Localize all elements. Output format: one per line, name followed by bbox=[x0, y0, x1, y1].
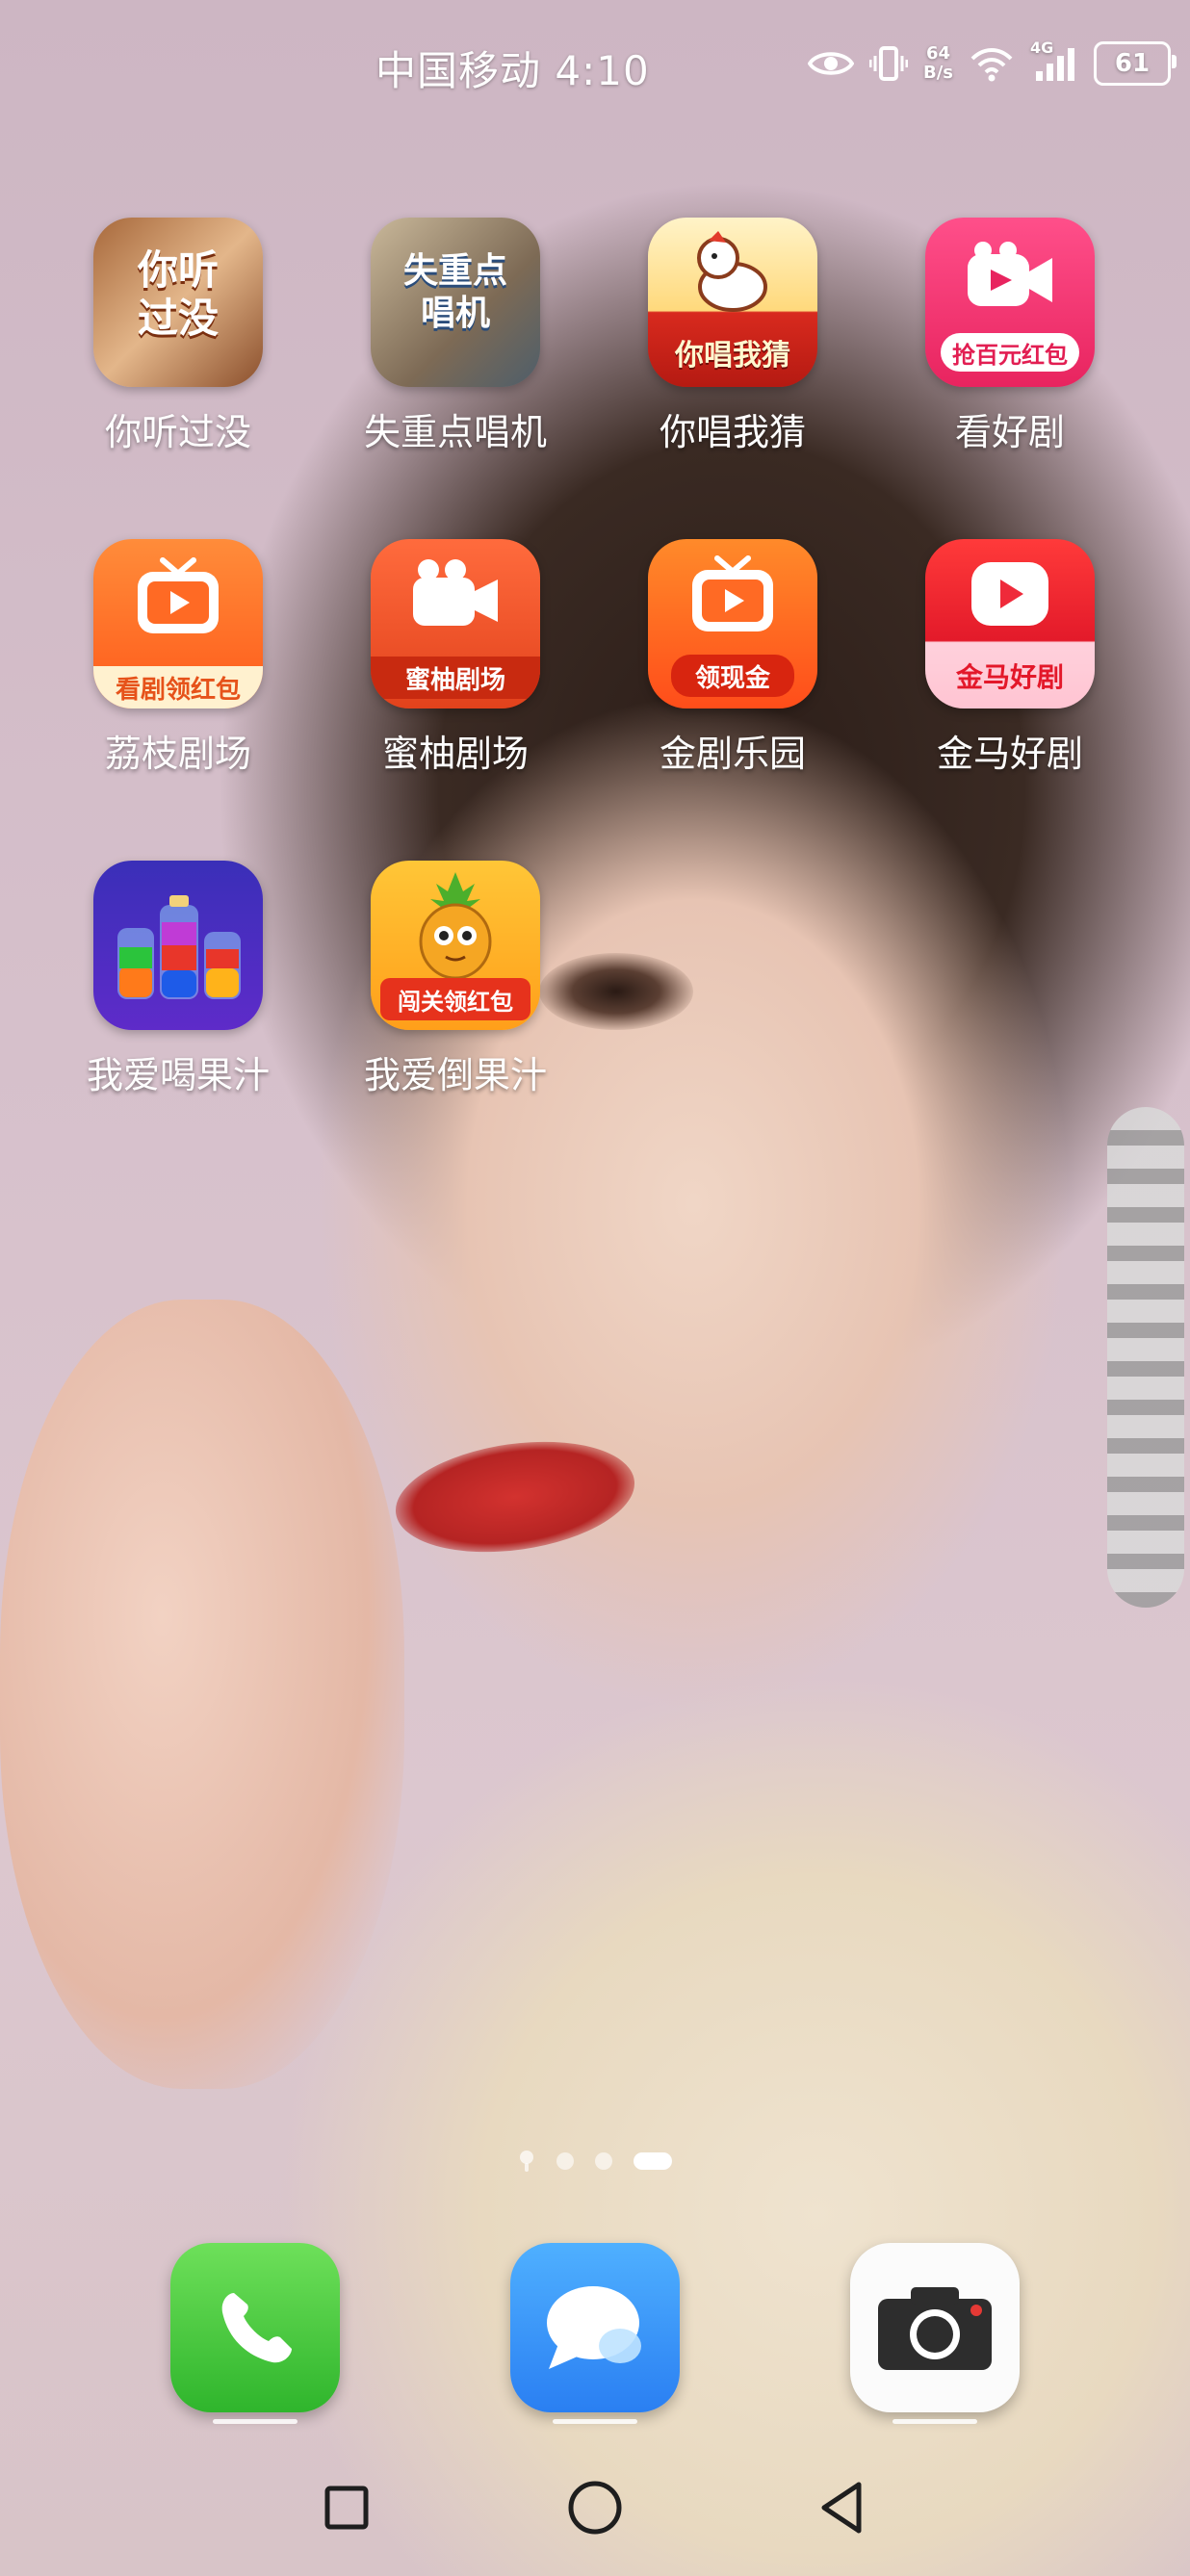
pineapple-icon: 闯关领红包 bbox=[371, 861, 540, 1030]
app-ni-chang-wo-cai[interactable]: 你唱我猜 你唱我猜 bbox=[593, 218, 872, 455]
app-jin-ju-le-yuan[interactable]: 领现金 金剧乐园 bbox=[593, 539, 872, 777]
video-camera-icon: 蜜柚剧场 bbox=[371, 539, 540, 708]
camera-icon bbox=[878, 2287, 992, 2370]
cellular-signal-icon: 4G bbox=[1030, 39, 1078, 83]
status-bar: 中国移动 4:10 64 B/s 4G 61 bbox=[0, 0, 1190, 125]
app-jin-ma-hao-ju[interactable]: 金马好剧 金马好剧 bbox=[870, 539, 1150, 777]
page-indicator[interactable] bbox=[0, 2149, 1190, 2174]
eye-icon bbox=[807, 47, 854, 80]
music-quiz-icon: 你听 过没 bbox=[93, 218, 263, 387]
dock-camera[interactable] bbox=[850, 2243, 1020, 2412]
app-shi-zhong-dian-chang-ji[interactable]: 失重点 唱机 失重点唱机 bbox=[316, 218, 595, 455]
page-dot-active[interactable] bbox=[634, 2152, 672, 2170]
juice-bottles-icon bbox=[93, 861, 263, 1030]
tv-play-icon: 领现金 bbox=[648, 539, 817, 708]
dock-indicator bbox=[553, 2419, 637, 2424]
search-page-dot[interactable] bbox=[518, 2149, 535, 2174]
app-wo-ai-dao-guo-zhi[interactable]: 闯关领红包 我爱倒果汁 bbox=[316, 861, 595, 1098]
battery-icon: 61 bbox=[1094, 41, 1177, 86]
page-dot[interactable] bbox=[556, 2152, 574, 2170]
home-button[interactable] bbox=[561, 2474, 629, 2541]
singing-horse-icon: 你唱我猜 bbox=[648, 218, 817, 387]
net-speed: 64 B/s bbox=[922, 43, 953, 83]
app-li-zhi-ju-chang[interactable]: 看剧领红包 荔枝剧场 bbox=[39, 539, 318, 777]
home-icon bbox=[568, 2481, 622, 2535]
carrier-time: 中国移动 4:10 bbox=[375, 47, 650, 94]
app-kan-hao-ju[interactable]: 抢百元红包 看好剧 bbox=[870, 218, 1150, 455]
play-button-icon: 金马好剧 bbox=[925, 539, 1095, 708]
vibrate-icon bbox=[868, 44, 908, 83]
dock-indicator bbox=[213, 2419, 298, 2424]
dock-indicator bbox=[892, 2419, 977, 2424]
dock-messages[interactable] bbox=[510, 2243, 680, 2412]
back-icon bbox=[821, 2482, 862, 2534]
tv-play-icon: 看剧领红包 bbox=[93, 539, 263, 708]
phone-icon bbox=[221, 2293, 292, 2363]
video-camera-icon: 抢百元红包 bbox=[925, 218, 1095, 387]
back-button[interactable] bbox=[810, 2474, 877, 2541]
message-bubble-icon bbox=[547, 2286, 641, 2369]
recent-apps-button[interactable] bbox=[313, 2474, 380, 2541]
jukebox-icon: 失重点 唱机 bbox=[371, 218, 540, 387]
app-mi-you-ju-chang[interactable]: 蜜柚剧场 蜜柚剧场 bbox=[316, 539, 595, 777]
app-ni-ting-guo-mei[interactable]: 你听 过没 你听过没 bbox=[39, 218, 318, 455]
dock-phone[interactable] bbox=[170, 2243, 340, 2412]
recent-apps-icon bbox=[324, 2486, 369, 2530]
app-wo-ai-he-guo-zhi[interactable]: 我爱喝果汁 bbox=[39, 861, 318, 1098]
wifi-icon bbox=[969, 45, 1015, 82]
page-dot[interactable] bbox=[595, 2152, 612, 2170]
